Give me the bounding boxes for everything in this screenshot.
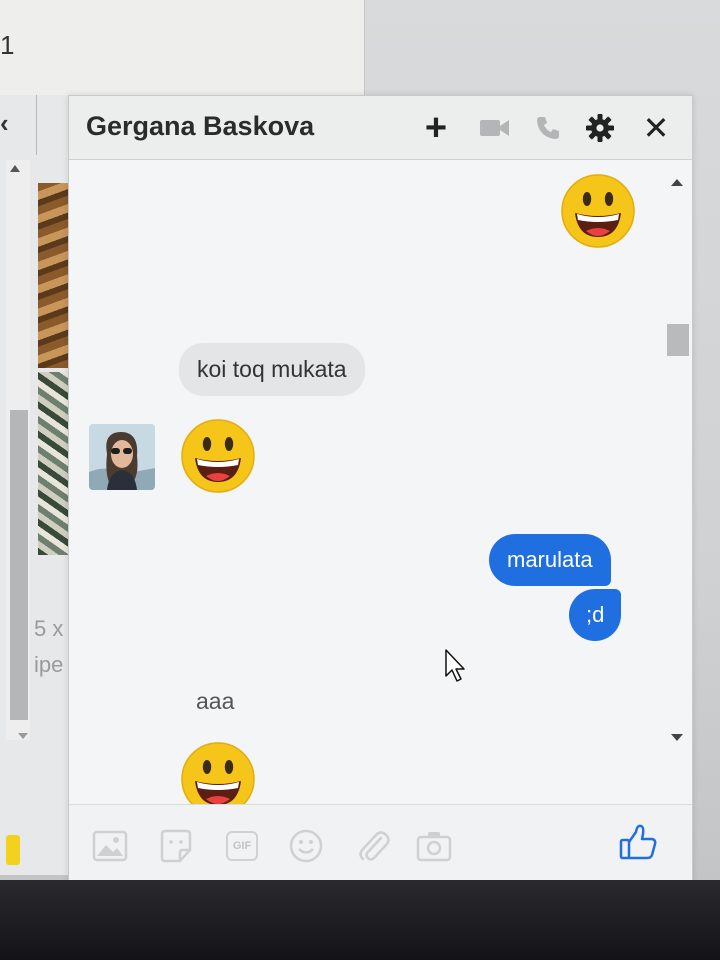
monitor-bezel [0, 880, 720, 960]
background-window-top: 1 [0, 0, 365, 95]
message-bubble-outgoing[interactable]: ;d [569, 589, 622, 641]
background-scroll-thumb[interactable] [10, 410, 28, 720]
phone-icon[interactable] [534, 111, 562, 145]
scroll-down-arrow-icon[interactable] [18, 733, 28, 739]
attach-icon[interactable] [354, 827, 392, 865]
like-icon[interactable] [617, 821, 659, 863]
message-bubble-outgoing[interactable]: marulata [489, 534, 611, 586]
sticker-icon[interactable] [157, 827, 195, 865]
message-list[interactable]: koi toq mukata marulata ;d aaa [69, 161, 692, 806]
gif-label: GIF [225, 831, 259, 861]
emoji-icon[interactable] [287, 827, 325, 865]
chat-window: Gergana Baskova + ✕ koi toq mukata marul… [68, 95, 693, 885]
scroll-up-arrow-icon[interactable] [671, 179, 683, 186]
composer-toolbar: GIF [69, 804, 692, 884]
message-text-incoming[interactable]: aaa [196, 688, 234, 715]
background-text: ipe [34, 652, 64, 677]
background-text: 5 x [34, 616, 64, 641]
message-scroll-thumb[interactable] [667, 324, 689, 356]
scroll-down-arrow-icon[interactable] [671, 734, 683, 741]
camera-icon[interactable] [415, 827, 453, 865]
grinning-face-emoji-icon [560, 173, 636, 249]
divider [36, 95, 37, 155]
chevron-left-icon[interactable]: ‹ [0, 108, 9, 139]
video-camera-icon[interactable] [479, 111, 511, 145]
close-icon[interactable]: ✕ [641, 111, 671, 145]
gear-icon[interactable] [584, 111, 616, 145]
message-bubble-incoming[interactable]: koi toq mukata [179, 343, 365, 396]
background-thumbnail-image[interactable] [38, 183, 70, 368]
photo-icon[interactable] [91, 827, 129, 865]
contact-avatar[interactable] [89, 424, 155, 490]
gif-icon[interactable]: GIF [223, 827, 261, 865]
grinning-face-emoji-icon [180, 418, 256, 494]
scroll-up-arrow-icon[interactable] [10, 165, 20, 172]
plus-icon[interactable]: + [421, 109, 451, 147]
mouse-pointer-icon [445, 649, 465, 682]
background-window-text: 1 [0, 30, 15, 60]
background-thumbnail-image[interactable] [38, 372, 70, 555]
contact-name[interactable]: Gergana Baskova [86, 111, 314, 142]
message-scrollbar[interactable] [664, 179, 689, 749]
chat-header[interactable]: Gergana Baskova + ✕ [69, 96, 692, 160]
background-icon [6, 835, 20, 865]
